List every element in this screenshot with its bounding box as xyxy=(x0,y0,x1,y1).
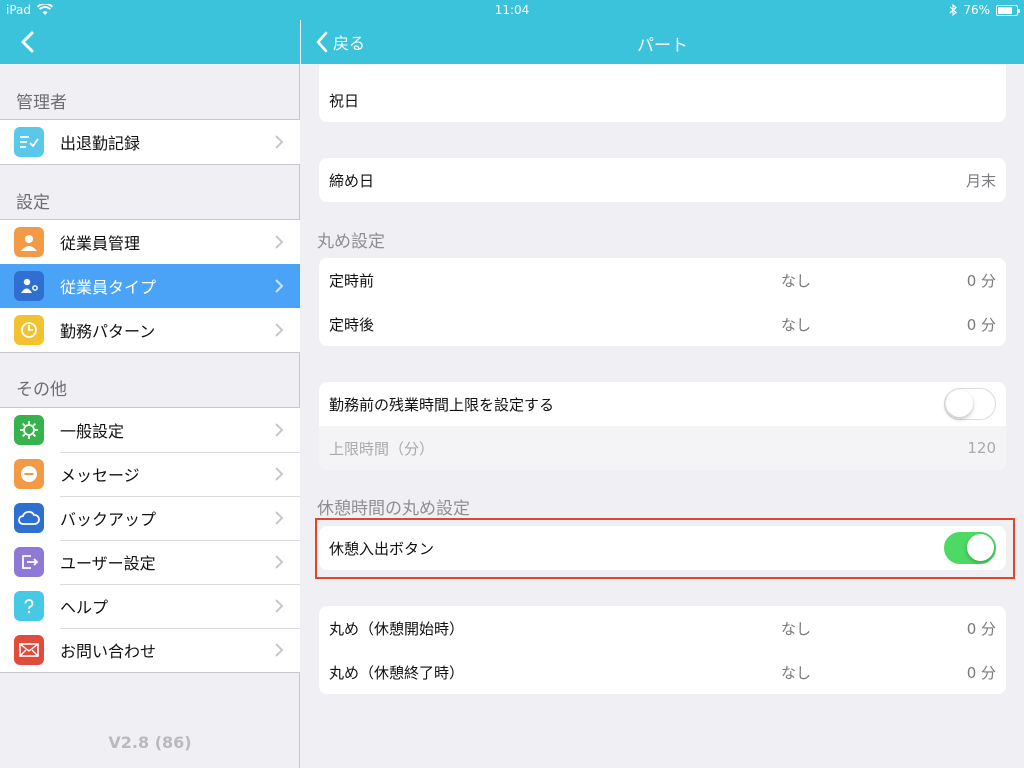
person-icon xyxy=(14,227,44,257)
rounding-row-mode: なし xyxy=(781,271,812,290)
sidebar-item-label: 従業員管理 xyxy=(60,234,141,253)
sidebar-item-message[interactable]: メッセージ xyxy=(0,452,300,496)
overtime-limit-toggle-row: 勤務前の残業時間上限を設定する xyxy=(319,382,1006,426)
bluetooth-icon xyxy=(949,4,958,16)
detail-pane: 戻る パート 祝日 締め日 月末 丸め設定 定時前 なし 0 分 定時後 なし … xyxy=(301,0,1024,768)
limit-time-row: 上限時間（分） 120 xyxy=(319,426,1006,470)
question-icon xyxy=(14,591,44,621)
back-chevron-icon[interactable] xyxy=(14,28,42,56)
break-section-header: 休憩時間の丸め設定 xyxy=(317,499,470,519)
rounding-before-row[interactable]: 定時前 なし 0 分 xyxy=(319,258,1006,302)
overtime-limit-label: 勤務前の残業時間上限を設定する xyxy=(329,395,555,414)
closing-day-card: 締め日 月末 xyxy=(319,158,1006,202)
chevron-right-icon xyxy=(275,135,284,149)
chevron-right-icon xyxy=(275,599,284,613)
chevron-right-icon xyxy=(275,467,284,481)
holiday-label: 祝日 xyxy=(329,91,360,110)
overtime-limit-toggle[interactable] xyxy=(944,388,996,420)
chevron-right-icon xyxy=(275,235,284,249)
cloud-icon xyxy=(14,503,44,533)
sidebar-item-backup[interactable]: バックアップ xyxy=(0,496,300,540)
break-rounding-card: 丸め（休憩開始時） なし 0 分 丸め（休憩終了時） なし 0 分 xyxy=(319,606,1006,694)
message-icon xyxy=(14,459,44,489)
break-start-rounding-row[interactable]: 丸め（休憩開始時） なし 0 分 xyxy=(319,606,1006,650)
sidebar-item-contact[interactable]: お問い合わせ xyxy=(0,628,300,672)
sidebar-item-general-settings[interactable]: 一般設定 xyxy=(0,408,300,452)
status-bar: iPad 11:04 76% xyxy=(0,0,1024,20)
break-end-rounding-row[interactable]: 丸め（休憩終了時） なし 0 分 xyxy=(319,650,1006,694)
limit-time-label: 上限時間（分） xyxy=(329,439,435,458)
sidebar-item-label: 勤務パターン xyxy=(60,322,156,341)
closing-day-row[interactable]: 締め日 月末 xyxy=(319,158,1006,202)
closing-day-label: 締め日 xyxy=(329,171,375,190)
rounding-row-value: 0 分 xyxy=(966,315,996,334)
break-button-label: 休憩入出ボタン xyxy=(329,539,435,558)
app-version: V2.8 (86) xyxy=(108,733,192,752)
section-header-settings: 設定 xyxy=(16,193,50,213)
group-admin: 出退勤記録 xyxy=(0,119,300,165)
checklist-icon xyxy=(14,127,44,157)
rounding-row-mode: なし xyxy=(781,619,812,638)
rounding-row-value: 0 分 xyxy=(966,271,996,290)
rounding-row-value: 0 分 xyxy=(966,663,996,682)
rounding-card: 定時前 なし 0 分 定時後 なし 0 分 xyxy=(319,258,1006,346)
sidebar-item-work-pattern[interactable]: 勤務パターン xyxy=(0,308,300,352)
sidebar-item-attendance-records[interactable]: 出退勤記録 xyxy=(0,120,300,164)
sidebar-item-help[interactable]: ヘルプ xyxy=(0,584,300,628)
rounding-section-header: 丸め設定 xyxy=(317,232,385,252)
closing-day-value: 月末 xyxy=(965,171,996,190)
holiday-card: 祝日 xyxy=(319,64,1006,122)
break-button-toggle-row: 休憩入出ボタン xyxy=(319,526,1006,570)
group-settings: 従業員管理 従業員タイプ 勤務パターン xyxy=(0,219,300,353)
chevron-right-icon xyxy=(275,511,284,525)
chevron-right-icon xyxy=(275,643,284,657)
rounding-row-value: 0 分 xyxy=(966,619,996,638)
chevron-right-icon xyxy=(275,555,284,569)
person-tag-icon xyxy=(14,271,44,301)
gear-icon xyxy=(14,415,44,445)
rounding-row-label: 丸め（休憩開始時） xyxy=(329,619,465,638)
sidebar-nav-bar xyxy=(0,20,300,64)
page-title: パート xyxy=(637,36,688,56)
chevron-right-icon xyxy=(275,423,284,437)
sidebar-item-label: メッセージ xyxy=(60,466,140,485)
group-other: 一般設定 メッセージ バックアップ ユーザー設定 ヘルプ お問い合わせ xyxy=(0,407,300,673)
limit-time-value: 120 xyxy=(967,439,996,457)
section-header-other: その他 xyxy=(16,380,67,400)
sidebar-item-employee-management[interactable]: 従業員管理 xyxy=(0,220,300,264)
sidebar-item-label: 一般設定 xyxy=(60,422,125,441)
chevron-right-icon xyxy=(275,323,284,337)
battery-percent: 76% xyxy=(963,3,990,17)
section-header-admin: 管理者 xyxy=(16,93,67,113)
rounding-row-label: 丸め（休憩終了時） xyxy=(329,663,465,682)
rounding-row-mode: なし xyxy=(781,315,812,334)
status-time: 11:04 xyxy=(494,3,530,17)
overtime-card: 勤務前の残業時間上限を設定する 上限時間（分） 120 xyxy=(319,382,1006,470)
sidebar-item-label: お問い合わせ xyxy=(60,642,157,661)
break-button-card: 休憩入出ボタン xyxy=(319,526,1006,570)
sidebar-item-label: 従業員タイプ xyxy=(60,278,157,297)
sidebar: 管理者 出退勤記録 設定 従業員管理 従業員タイプ 勤務パターン その他 一般設… xyxy=(0,0,300,768)
sidebar-item-label: ヘルプ xyxy=(60,598,109,617)
sidebar-item-employee-type[interactable]: 従業員タイプ xyxy=(0,264,300,308)
break-button-toggle[interactable] xyxy=(944,532,996,564)
sidebar-item-user-settings[interactable]: ユーザー設定 xyxy=(0,540,300,584)
detail-nav-bar: 戻る パート xyxy=(301,20,1024,64)
rounding-row-label: 定時前 xyxy=(329,271,375,290)
chevron-right-icon xyxy=(275,279,284,293)
sidebar-item-label: ユーザー設定 xyxy=(60,554,156,573)
mail-icon xyxy=(14,635,44,665)
rounding-after-row[interactable]: 定時後 なし 0 分 xyxy=(319,302,1006,346)
battery-icon xyxy=(996,4,1020,16)
holiday-row[interactable]: 祝日 xyxy=(319,64,1006,122)
logout-icon xyxy=(14,547,44,577)
clock-icon xyxy=(14,315,44,345)
rounding-row-mode: なし xyxy=(781,663,812,682)
sidebar-item-label: バックアップ xyxy=(60,510,157,529)
sidebar-item-label: 出退勤記録 xyxy=(60,134,141,153)
rounding-row-label: 定時後 xyxy=(329,315,375,334)
